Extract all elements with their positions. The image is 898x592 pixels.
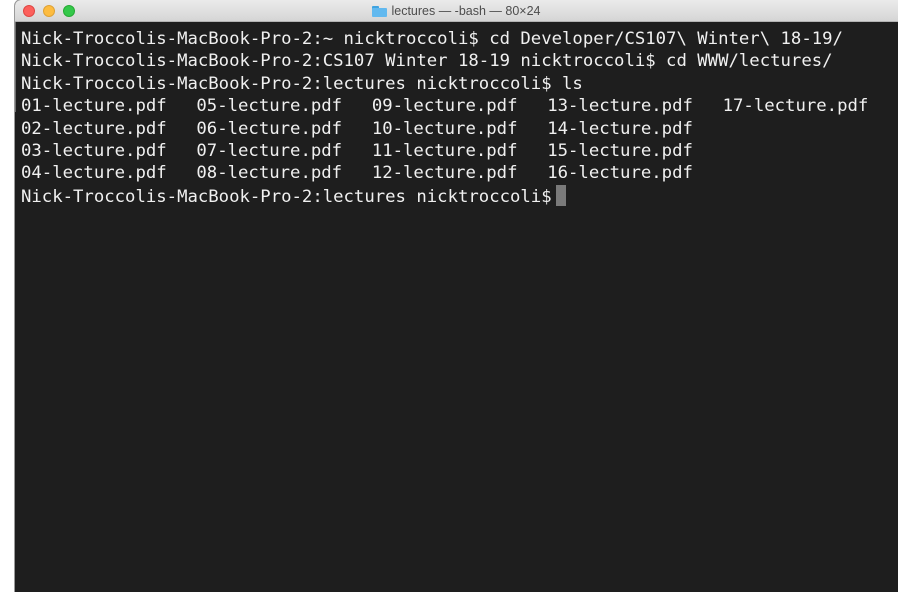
file-entry: 13-lecture.pdf bbox=[547, 96, 693, 117]
ls-column: 17-lecture.pdf bbox=[723, 95, 898, 185]
file-entry: 16-lecture.pdf bbox=[547, 163, 693, 184]
file-entry: 04-lecture.pdf bbox=[21, 163, 167, 184]
file-entry: 05-lecture.pdf bbox=[196, 96, 343, 117]
file-entry: 10-lecture.pdf bbox=[371, 118, 518, 139]
file-entry: 08-lecture.pdf bbox=[196, 163, 343, 184]
file-entry: 09-lecture.pdf bbox=[371, 96, 518, 117]
ls-column: 13-lecture.pdf 14-lecture.pdf 15-lecture… bbox=[547, 95, 722, 185]
terminal-window: lectures — -bash — 80×24 Nick-Troccolis-… bbox=[15, 0, 898, 592]
file-entry: 14-lecture.pdf bbox=[547, 118, 693, 139]
ls-column: 01-lecture.pdf 02-lecture.pdf 03-lecture… bbox=[21, 95, 196, 185]
file-entry: 06-lecture.pdf bbox=[196, 118, 343, 139]
title-bar[interactable]: lectures — -bash — 80×24 bbox=[15, 0, 898, 22]
prompt-text: Nick-Troccolis-MacBook-Pro-2:lectures ni… bbox=[21, 186, 552, 207]
text-cursor bbox=[555, 184, 566, 206]
file-entry: 17-lecture.pdf bbox=[722, 96, 869, 117]
prompt-line: Nick-Troccolis-MacBook-Pro-2:lectures ni… bbox=[21, 184, 898, 207]
window-title: lectures — -bash — 80×24 bbox=[15, 0, 898, 22]
terminal-line: Nick-Troccolis-MacBook-Pro-2:lectures ni… bbox=[21, 73, 583, 94]
terminal-line: Nick-Troccolis-MacBook-Pro-2:~ nicktrocc… bbox=[21, 29, 843, 49]
folder-icon bbox=[372, 5, 388, 17]
file-entry: 07-lecture.pdf bbox=[196, 140, 343, 161]
ls-column: 09-lecture.pdf 10-lecture.pdf 11-lecture… bbox=[372, 95, 547, 185]
file-entry: 15-lecture.pdf bbox=[547, 140, 693, 161]
ls-output: 01-lecture.pdf 02-lecture.pdf 03-lecture… bbox=[21, 95, 898, 185]
file-entry: 11-lecture.pdf bbox=[371, 140, 518, 161]
file-entry: 02-lecture.pdf bbox=[21, 118, 167, 139]
window-title-text: lectures — -bash — 80×24 bbox=[391, 4, 541, 18]
file-entry: 12-lecture.pdf bbox=[371, 163, 518, 184]
file-entry: 03-lecture.pdf bbox=[21, 140, 167, 161]
ls-column: 05-lecture.pdf 06-lecture.pdf 07-lecture… bbox=[196, 95, 371, 185]
terminal-content[interactable]: Nick-Troccolis-MacBook-Pro-2:~ nicktrocc… bbox=[15, 22, 898, 592]
file-entry: 01-lecture.pdf bbox=[21, 96, 167, 117]
terminal-line: Nick-Troccolis-MacBook-Pro-2:CS107 Winte… bbox=[21, 51, 833, 72]
